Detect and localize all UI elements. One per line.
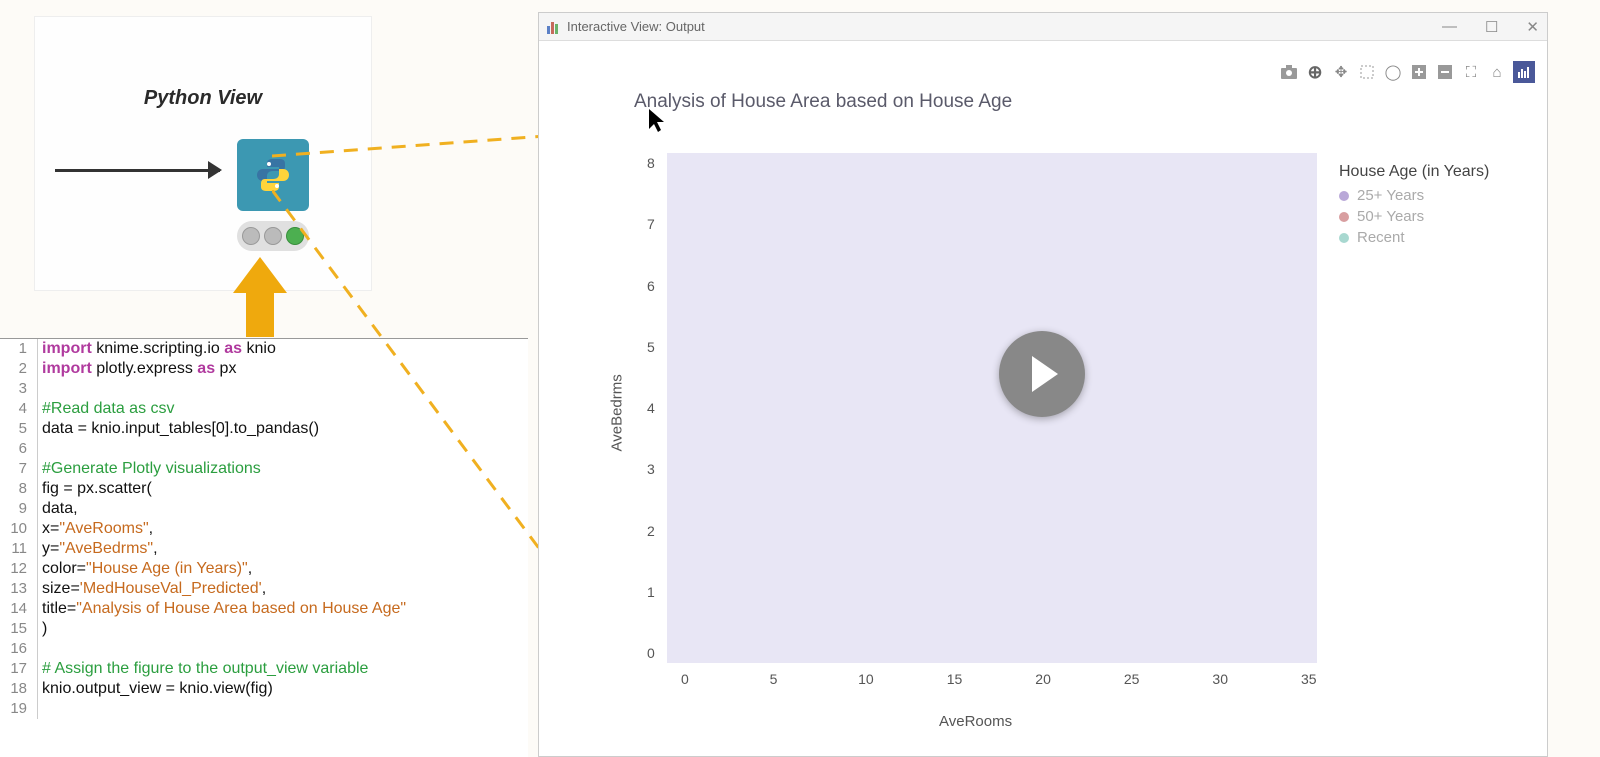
- y-tick: 2: [647, 523, 655, 539]
- x-tick: 10: [858, 671, 874, 687]
- legend-title: House Age (in Years): [1339, 163, 1489, 181]
- cursor-icon: [647, 107, 667, 140]
- window-titlebar[interactable]: Interactive View: Output — ☐ ✕: [539, 13, 1547, 41]
- zoom-icon[interactable]: ⊕: [1305, 62, 1325, 82]
- plotly-toolbar: ⊕ ✥ ◯ ⛶ ⌂: [1279, 61, 1535, 83]
- maximize-button[interactable]: ☐: [1485, 18, 1498, 36]
- plot-area[interactable]: [667, 153, 1317, 663]
- x-tick: 20: [1035, 671, 1051, 687]
- close-button[interactable]: ✕: [1526, 18, 1539, 36]
- pan-icon[interactable]: ✥: [1331, 62, 1351, 82]
- x-axis-label: AveRooms: [939, 713, 1012, 730]
- minimize-button[interactable]: —: [1442, 18, 1457, 36]
- legend-item[interactable]: Recent: [1339, 229, 1489, 246]
- reset-axes-icon[interactable]: ⌂: [1487, 62, 1507, 82]
- play-button[interactable]: [999, 331, 1085, 417]
- x-tick: 25: [1124, 671, 1140, 687]
- y-tick: 3: [647, 461, 655, 477]
- x-tick: 5: [770, 671, 778, 687]
- window-title: Interactive View: Output: [567, 19, 705, 34]
- y-axis-label: AveBedrms: [609, 374, 626, 451]
- chart-legend[interactable]: House Age (in Years) 25+ Years 50+ Years R…: [1339, 163, 1489, 250]
- zoom-out-icon[interactable]: [1435, 62, 1455, 82]
- legend-item[interactable]: 50+ Years: [1339, 208, 1489, 225]
- x-tick: 30: [1212, 671, 1228, 687]
- y-tick: 1: [647, 584, 655, 600]
- chart-title: Analysis of House Area based on House Ag…: [634, 91, 1012, 113]
- plotly-logo-icon[interactable]: [1513, 61, 1535, 83]
- y-tick: 8: [647, 155, 655, 171]
- y-tick: 6: [647, 278, 655, 294]
- y-tick: 7: [647, 216, 655, 232]
- x-tick: 35: [1301, 671, 1317, 687]
- y-tick: 4: [647, 400, 655, 416]
- window-icon: [547, 20, 561, 34]
- autoscale-icon[interactable]: ⛶: [1461, 62, 1481, 82]
- legend-item[interactable]: 25+ Years: [1339, 187, 1489, 204]
- y-tick: 0: [647, 645, 655, 661]
- node-input-port: [55, 169, 220, 172]
- x-tick: 0: [681, 671, 689, 687]
- zoom-in-icon[interactable]: [1409, 62, 1429, 82]
- box-select-icon[interactable]: [1357, 62, 1377, 82]
- output-window: Interactive View: Output — ☐ ✕ ⊕ ✥ ◯ ⛶ ⌂…: [538, 12, 1548, 757]
- y-tick: 5: [647, 339, 655, 355]
- node-title: Python View: [35, 87, 371, 110]
- camera-icon[interactable]: [1279, 62, 1299, 82]
- lasso-icon[interactable]: ◯: [1383, 62, 1403, 82]
- x-tick: 15: [947, 671, 963, 687]
